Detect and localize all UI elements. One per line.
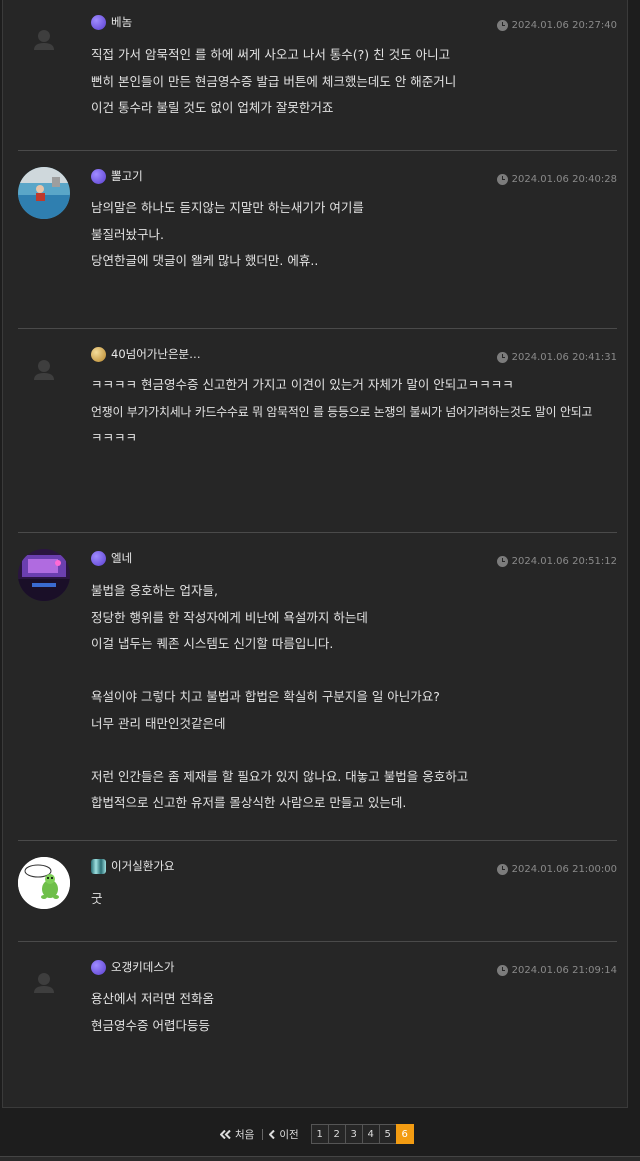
comment-line: 용산에서 저러면 전화옴 <box>91 991 214 1006</box>
nickname[interactable]: 이거실환가요 <box>111 858 174 874</box>
avatar[interactable] <box>18 15 70 67</box>
comment-line: ㅋㅋㅋㅋ 현금영수증 신고한거 가지고 이견이 있는거 자체가 말이 안되고ㅋㅋ… <box>91 377 514 392</box>
chevron-left-icon <box>269 1129 276 1139</box>
comment-line <box>91 737 621 764</box>
comment-body: 남의말은 하나도 듣지않는 지말만 하는새기가 여기를 불질러놨구나. 당연한글… <box>91 195 621 275</box>
clock-icon <box>496 351 508 363</box>
comment-line: 욕설이야 그렇다 치고 불법과 합법은 확실히 구분지을 일 아닌가요? <box>91 689 440 704</box>
level-icon <box>91 346 106 362</box>
comment-author: 오갱키데스가 <box>91 958 174 976</box>
footer-divider <box>0 1156 640 1161</box>
comment-line: 불법을 옹호하는 업자들, <box>91 583 218 598</box>
level-icon <box>91 858 106 874</box>
comment-line: 이건 통수라 불릴 것도 없이 업체가 잘못한거죠 <box>91 100 334 115</box>
page-number-3[interactable]: 3 <box>344 1124 363 1144</box>
avatar[interactable] <box>18 167 70 219</box>
page-number-2[interactable]: 2 <box>327 1124 346 1144</box>
avatar[interactable] <box>18 549 70 601</box>
comment-line: ㅋㅋㅋㅋ <box>91 430 138 445</box>
page-number-current[interactable]: 6 <box>395 1124 414 1144</box>
comment-line <box>91 658 621 685</box>
timestamp-text: 2024.01.06 21:09:14 <box>511 964 617 976</box>
default-user-icon <box>34 360 54 380</box>
comment-timestamp: 2024.01.06 20:41:31 <box>496 349 617 365</box>
pagination: 처음 이전 1 2 3 4 5 6 <box>220 1124 414 1144</box>
comment-line: 저런 인간들은 좀 제재를 할 필요가 있지 않나요. 대놓고 불법을 옹호하고 <box>91 768 469 784</box>
default-user-icon <box>34 30 54 50</box>
comment-item: 베놈 2024.01.06 20:27:40 직접 가서 암묵적인 를 하에 써… <box>18 0 617 151</box>
comment-line: 남의말은 하나도 듣지않는 지말만 하는새기가 여기를 <box>91 200 364 215</box>
comment-line: 이걸 냅두는 퀘존 시스템도 신기할 따름입니다. <box>91 636 334 651</box>
clock-icon <box>496 555 508 567</box>
prev-page-label: 이전 <box>279 1128 299 1141</box>
clock-icon <box>496 964 508 976</box>
comment-body: ㅋㅋㅋㅋ 현금영수증 신고한거 가지고 이견이 있는거 자체가 말이 안되고ㅋㅋ… <box>91 372 621 452</box>
comment-panel: 베놈 2024.01.06 20:27:40 직접 가서 암묵적인 를 하에 써… <box>2 0 628 1108</box>
comment-line: 불질러놨구나. <box>91 226 164 242</box>
comment-author: 베놈 <box>91 13 132 31</box>
comment-line: 정당한 행위를 한 작성자에게 비난에 욕설까지 하는데 <box>91 609 368 625</box>
comment-body: 용산에서 저러면 전화옴 현금영수증 어렵다등등 <box>91 986 621 1039</box>
comment-timestamp: 2024.01.06 21:00:00 <box>496 861 617 877</box>
nickname[interactable]: 40넘어가난은분… <box>111 346 201 362</box>
clock-icon <box>496 863 508 875</box>
comment-timestamp: 2024.01.06 20:40:28 <box>496 171 617 187</box>
comment-author: 40넘어가난은분… <box>91 345 201 363</box>
timestamp-text: 2024.01.06 20:41:31 <box>511 351 617 363</box>
nickname[interactable]: 뽈고기 <box>111 168 143 184</box>
level-icon <box>91 168 106 184</box>
default-user-icon <box>34 973 54 993</box>
page-number-4[interactable]: 4 <box>361 1124 380 1144</box>
clock-icon <box>496 173 508 185</box>
double-chevron-left-icon <box>220 1129 231 1139</box>
comment-line: 언쟁이 부가가치세나 카드수수료 뭐 암묵적인 를 등등으로 논쟁의 불씨가 넘… <box>91 404 593 419</box>
comment-author: 이거실환가요 <box>91 857 174 875</box>
comment-item: 엘네 2024.01.06 20:51:12 불법을 옹호하는 업자들, 정당한… <box>18 533 617 841</box>
level-icon <box>91 959 106 975</box>
level-icon <box>91 550 106 566</box>
timestamp-text: 2024.01.06 20:40:28 <box>511 173 617 185</box>
comment-line: 너무 관리 태만인것같은데 <box>91 715 226 731</box>
comment-author: 엘네 <box>91 549 132 567</box>
comment-author: 뽈고기 <box>91 167 143 185</box>
pager-divider <box>262 1128 264 1140</box>
level-icon <box>91 14 106 30</box>
comment-body: 직접 가서 암묵적인 를 하에 써게 사오고 나서 통수(?) 친 것도 아니고… <box>91 42 621 122</box>
comment-line: 현금영수증 어렵다등등 <box>91 1017 210 1033</box>
nickname[interactable]: 오갱키데스가 <box>111 959 174 975</box>
first-page-link[interactable]: 처음 <box>220 1127 254 1142</box>
turtle-drawing <box>18 857 70 909</box>
comment-item: 40넘어가난은분… 2024.01.06 20:41:31 ㅋㅋㅋㅋ 현금영수증… <box>18 329 617 533</box>
pool-photo <box>18 167 70 219</box>
avatar[interactable] <box>18 345 70 397</box>
comment-timestamp: 2024.01.06 20:27:40 <box>496 17 617 33</box>
comment-line: 합법적으로 신고한 유저를 몰상식한 사람으로 만들고 있는데. <box>91 795 407 810</box>
comment-line: 직접 가서 암묵적인 를 하에 써게 사오고 나서 통수(?) 친 것도 아니고 <box>91 47 451 62</box>
comment-body: 굿 <box>91 886 621 913</box>
comment-timestamp: 2024.01.06 21:09:14 <box>496 962 617 978</box>
comment-timestamp: 2024.01.06 20:51:12 <box>496 553 617 569</box>
timestamp-text: 2024.01.06 21:00:00 <box>511 863 617 875</box>
comment-body: 불법을 옹호하는 업자들, 정당한 행위를 한 작성자에게 비난에 욕설까지 하… <box>91 578 621 817</box>
avatar[interactable] <box>18 958 70 1010</box>
nickname[interactable]: 베놈 <box>111 14 132 30</box>
page-number-5[interactable]: 5 <box>378 1124 397 1144</box>
comment-line: 굿 <box>91 891 103 906</box>
room-photo <box>18 549 70 601</box>
prev-page-link[interactable]: 이전 <box>269 1127 299 1142</box>
timestamp-text: 2024.01.06 20:27:40 <box>511 19 617 31</box>
first-page-label: 처음 <box>235 1128 255 1141</box>
comment-item: 뽈고기 2024.01.06 20:40:28 남의말은 하나도 듣지않는 지말… <box>18 151 617 329</box>
comment-line: 뻔히 본인들이 만든 현금영수증 발급 버튼에 체크했는데도 안 해준거니 <box>91 73 457 89</box>
nickname[interactable]: 엘네 <box>111 550 132 566</box>
clock-icon <box>496 19 508 31</box>
timestamp-text: 2024.01.06 20:51:12 <box>511 555 617 567</box>
comment-item: 이거실환가요 2024.01.06 21:00:00 굿 <box>18 841 617 942</box>
avatar[interactable] <box>18 857 70 909</box>
comment-item: 오갱키데스가 2024.01.06 21:09:14 용산에서 저러면 전화옴 … <box>18 942 617 1102</box>
comment-line: 당연한글에 댓글이 왤케 많나 했더만. 에휴.. <box>91 253 319 268</box>
page-number-1[interactable]: 1 <box>310 1124 329 1144</box>
